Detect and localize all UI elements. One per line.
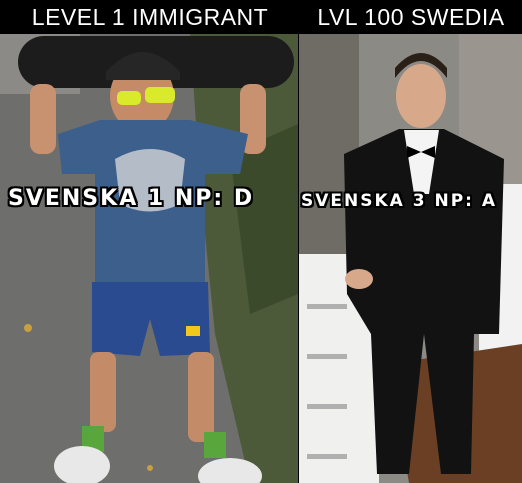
drawer-handle bbox=[307, 304, 347, 309]
left-photo-panel bbox=[0, 34, 298, 483]
young-man-in-tuxedo-photo bbox=[299, 34, 522, 483]
man-head bbox=[396, 64, 446, 128]
left-header-text: LEVEL 1 IMMIGRANT bbox=[31, 4, 269, 30]
boy-with-skateboard-photo bbox=[0, 34, 298, 483]
drawer-handle bbox=[307, 354, 347, 359]
right-caption-text: SVENSKA 3 NP: A bbox=[301, 191, 498, 211]
right-header-text: LVL 100 SWEDIA bbox=[317, 4, 505, 30]
drawer-handle bbox=[307, 454, 347, 459]
drawer-handle bbox=[307, 404, 347, 409]
leaf bbox=[24, 324, 32, 332]
leaf bbox=[147, 465, 153, 471]
right-leg bbox=[188, 352, 214, 442]
left-arm bbox=[30, 84, 56, 154]
right-green-sock bbox=[204, 432, 226, 458]
left-caption-text: SVENSKA 1 NP: D bbox=[8, 186, 255, 211]
left-leg bbox=[90, 352, 116, 432]
right-photo-panel bbox=[299, 34, 522, 483]
hand bbox=[345, 269, 373, 289]
sunglasses-right-lens bbox=[145, 87, 175, 103]
sunglasses-left-lens bbox=[117, 91, 141, 105]
swedish-flag-patch bbox=[186, 326, 200, 336]
